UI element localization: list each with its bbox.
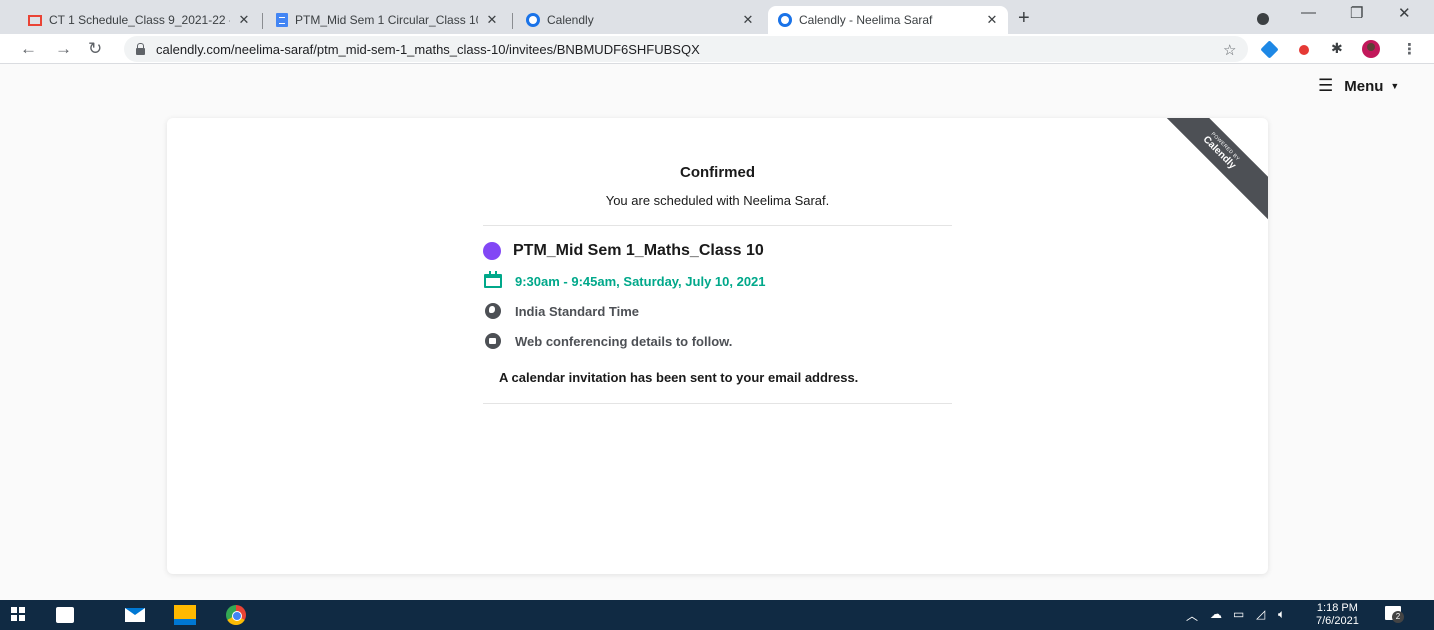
- profile-menu-icon[interactable]: [1257, 13, 1269, 25]
- invitation-notice: A calendar invitation has been sent to y…: [499, 370, 859, 385]
- restore-icon[interactable]: ❐: [1350, 4, 1363, 22]
- calendar-icon: [483, 271, 503, 290]
- windows-taskbar: ︿ ☁ ▭ ◿ 🔈︎ 1:18 PM 7/6/2021 2: [0, 600, 1434, 630]
- store-icon[interactable]: [56, 607, 74, 623]
- close-window-icon[interactable]: ✕: [1398, 4, 1411, 22]
- file-explorer-icon[interactable]: [174, 605, 196, 625]
- close-tab-icon[interactable]: ✕: [984, 12, 1000, 28]
- tab-gmail[interactable]: CT 1 Schedule_Class 9_2021-22 - ✕: [18, 6, 260, 34]
- scheduled-with-text: You are scheduled with Neelima Saraf.: [605, 193, 830, 208]
- url-text: calendly.com/neelima-saraf/ptm_mid-sem-1…: [156, 41, 700, 57]
- calendly-icon: [526, 13, 540, 27]
- puzzle-extensions-icon[interactable]: ✱: [1331, 40, 1343, 57]
- divider: [483, 225, 952, 226]
- bookmark-star-icon[interactable]: ☆: [1223, 41, 1236, 59]
- timezone: India Standard Time: [515, 303, 640, 319]
- clock-time: 1:18 PM: [1316, 602, 1358, 614]
- tab-separator: [512, 13, 513, 29]
- onedrive-icon[interactable]: ☁: [1210, 607, 1222, 621]
- tab-docs[interactable]: PTM_Mid Sem 1 Circular_Class 10 ✕: [266, 6, 508, 34]
- tab-calendly-active[interactable]: Calendly - Neelima Saraf ✕: [768, 6, 1008, 34]
- battery-icon[interactable]: ▭: [1233, 607, 1244, 621]
- clock-date: 7/6/2021: [1316, 615, 1359, 627]
- address-bar[interactable]: calendly.com/neelima-saraf/ptm_mid-sem-1…: [124, 36, 1248, 62]
- event-time-row: 9:30am - 9:45am, Saturday, July 10, 2021: [483, 271, 766, 290]
- notification-icon[interactable]: 2: [1385, 606, 1404, 623]
- divider: [483, 403, 952, 404]
- conferencing-text: Web conferencing details to follow.: [515, 333, 733, 349]
- page-title: Confirmed: [680, 164, 755, 181]
- back-icon[interactable]: ←: [20, 39, 37, 59]
- timezone-row: India Standard Time: [483, 302, 639, 320]
- tab-calendly[interactable]: Calendly ✕: [516, 6, 764, 34]
- tab-title: Calendly - Neelima Saraf: [799, 13, 933, 27]
- browser-tab-strip: CT 1 Schedule_Class 9_2021-22 - ✕ PTM_Mi…: [0, 0, 1434, 34]
- menu-label: Menu: [1344, 77, 1384, 95]
- calendly-icon: [778, 13, 792, 27]
- extension-icon[interactable]: [1299, 45, 1309, 55]
- lock-icon: [136, 42, 145, 55]
- taskbar-clock[interactable]: 1:18 PM 7/6/2021: [1316, 602, 1359, 628]
- event-time: 9:30am - 9:45am, Saturday, July 10, 2021: [515, 273, 766, 289]
- docs-icon: [276, 13, 288, 27]
- new-tab-icon[interactable]: +: [1018, 7, 1030, 30]
- profile-avatar[interactable]: [1362, 40, 1380, 58]
- tab-title: CT 1 Schedule_Class 9_2021-22 -: [49, 13, 230, 27]
- close-tab-icon[interactable]: ✕: [484, 12, 500, 28]
- windows-start-icon[interactable]: [11, 607, 25, 621]
- event-color-dot: [483, 242, 501, 260]
- menu-button[interactable]: ☰ Menu ▼: [1318, 76, 1399, 96]
- close-tab-icon[interactable]: ✕: [236, 12, 252, 28]
- volume-icon[interactable]: 🔈︎: [1278, 607, 1285, 622]
- close-tab-icon[interactable]: ✕: [740, 12, 756, 28]
- browser-toolbar: ← → ↻ calendly.com/neelima-saraf/ptm_mid…: [0, 34, 1434, 64]
- chevron-up-icon[interactable]: ︿: [1186, 607, 1198, 624]
- hamburger-icon: ☰: [1318, 76, 1334, 95]
- forward-icon[interactable]: →: [55, 39, 72, 59]
- chrome-icon[interactable]: [226, 605, 246, 625]
- confirmation-card: POWERED BY Calendly Confirmed You are sc…: [167, 118, 1268, 574]
- chevron-down-icon: ▼: [1390, 81, 1400, 91]
- extension-icon[interactable]: [1260, 40, 1279, 59]
- conferencing-row: Web conferencing details to follow.: [483, 332, 732, 350]
- video-camera-icon: [483, 332, 503, 350]
- mail-icon[interactable]: [125, 608, 145, 622]
- tab-title: PTM_Mid Sem 1 Circular_Class 10: [295, 13, 478, 27]
- tab-title: Calendly: [547, 13, 594, 27]
- reload-icon[interactable]: ↻: [88, 39, 102, 59]
- event-name: PTM_Mid Sem 1_Maths_Class 10: [513, 242, 764, 259]
- browser-menu-icon[interactable]: ⋮: [1402, 40, 1417, 58]
- tab-separator: [262, 13, 263, 29]
- gmail-icon: [28, 14, 42, 26]
- notification-count: 2: [1392, 611, 1404, 623]
- globe-icon: [483, 302, 503, 320]
- minimize-icon[interactable]: —: [1301, 4, 1316, 21]
- wifi-icon[interactable]: ◿: [1256, 607, 1265, 621]
